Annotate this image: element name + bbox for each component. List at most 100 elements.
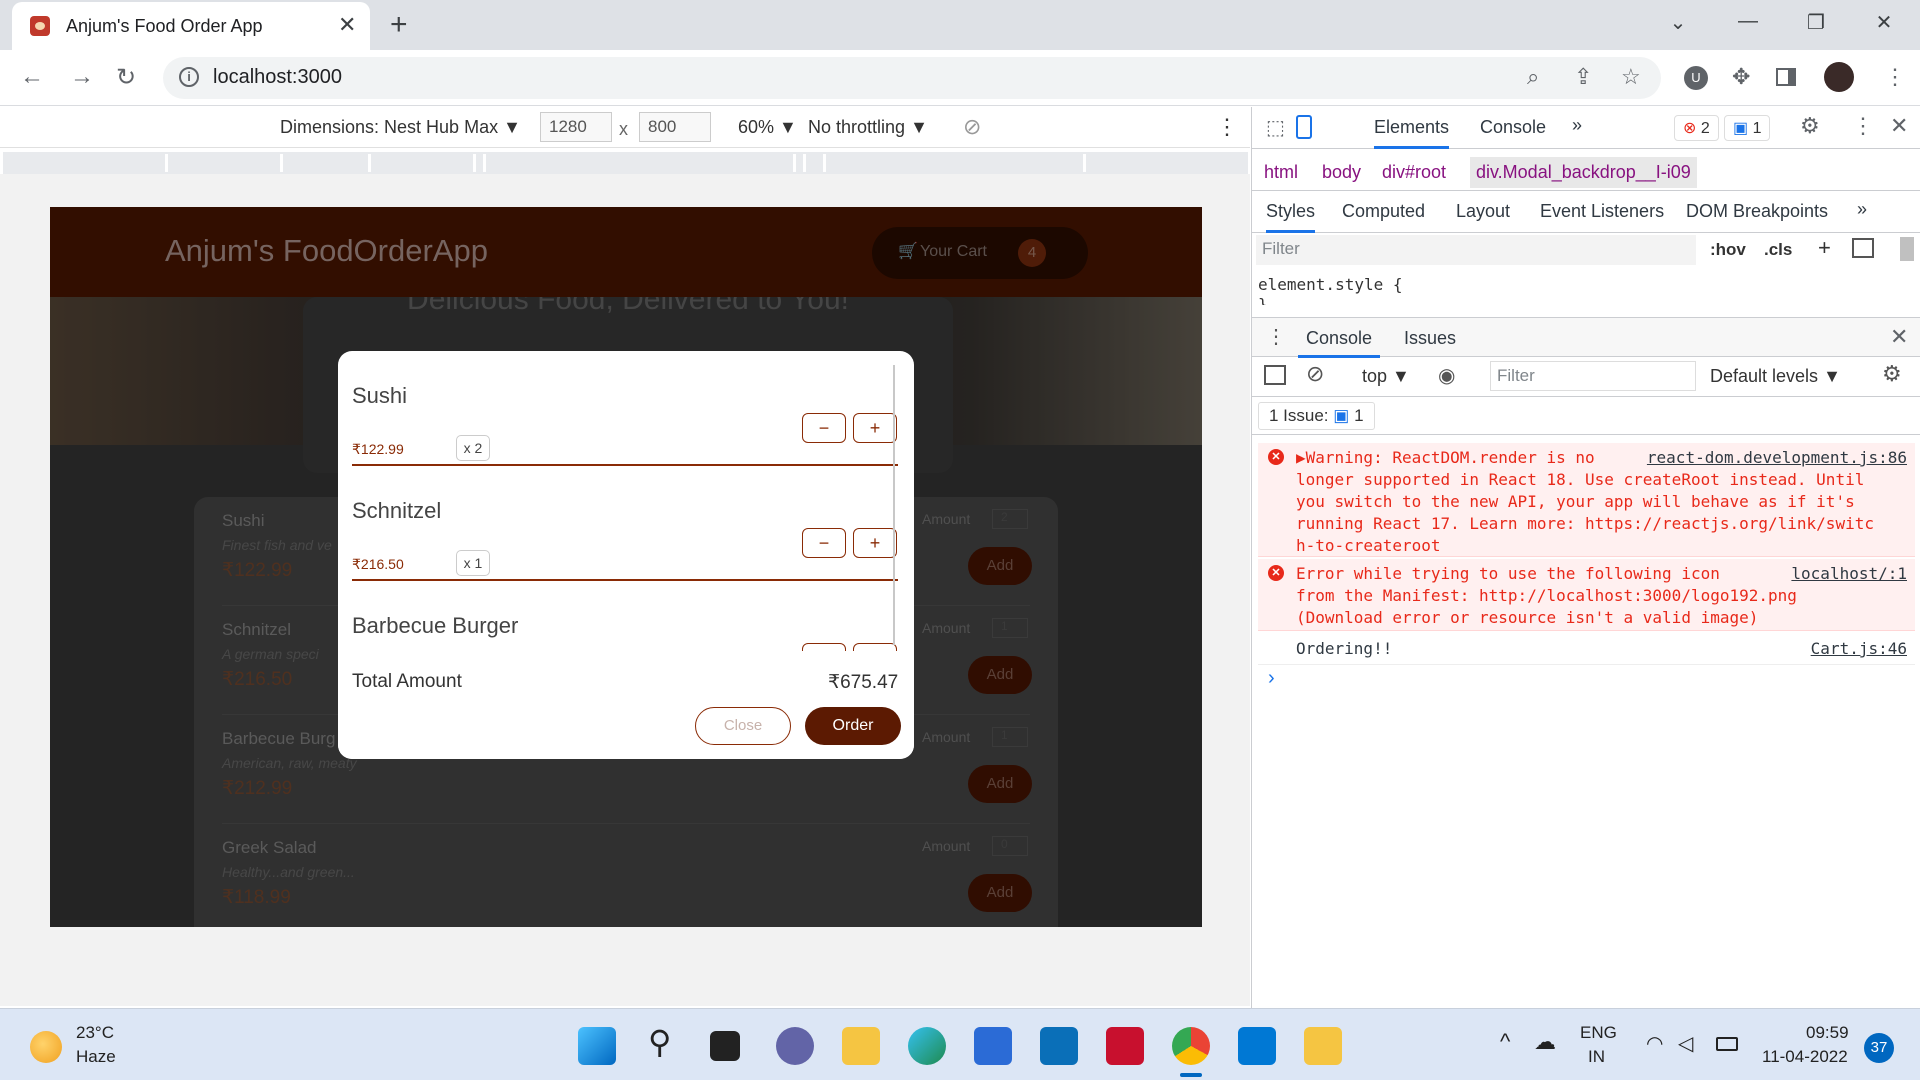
issues-button[interactable]: 1 Issue: ▣ 1: [1258, 402, 1375, 430]
bookmark-star-icon[interactable]: ☆: [1621, 64, 1641, 90]
console-message-error[interactable]: ✕ Error while trying to use the followin…: [1258, 559, 1915, 631]
devtools-menu-icon[interactable]: ⋮: [1852, 113, 1874, 139]
teams-chat-icon[interactable]: [776, 1027, 814, 1065]
increase-button[interactable]: +: [853, 528, 897, 558]
dimensions-select[interactable]: Dimensions: Nest Hub Max ▼: [280, 117, 521, 138]
console-message-log[interactable]: Ordering!! Cart.js:46: [1258, 633, 1915, 665]
extensions-puzzle-icon[interactable]: ✥: [1732, 64, 1750, 90]
close-window-icon[interactable]: ✕: [1864, 10, 1904, 35]
context-select[interactable]: top ▼: [1362, 366, 1410, 387]
restore-icon[interactable]: ❐: [1796, 10, 1836, 35]
browser-tab[interactable]: Anjum's Food Order App ✕: [12, 2, 370, 50]
tab-computed[interactable]: Computed: [1342, 201, 1425, 222]
toggle-sidebar-icon[interactable]: [1852, 238, 1874, 258]
rotate-icon[interactable]: ⊘: [963, 114, 981, 140]
zoom-icon[interactable]: ⌕: [1527, 64, 1539, 90]
more-style-tabs-icon[interactable]: »: [1857, 199, 1867, 220]
add-rule-icon[interactable]: +: [1818, 235, 1831, 261]
side-panel-icon[interactable]: [1776, 68, 1796, 86]
breadcrumb-body[interactable]: body: [1322, 162, 1361, 183]
drawer-tab-console[interactable]: Console: [1298, 328, 1381, 358]
weather-sun-icon[interactable]: [30, 1031, 62, 1063]
weather-desc[interactable]: Haze: [76, 1047, 116, 1067]
tab-dom-breakpoints[interactable]: DOM Breakpoints: [1686, 201, 1828, 222]
tab-console[interactable]: Console: [1480, 117, 1546, 138]
hov-toggle[interactable]: :hov: [1710, 240, 1746, 260]
weather-temp[interactable]: 23°C: [76, 1023, 114, 1043]
breadcrumb-modal[interactable]: div.Modal_backdrop__I-i09: [1470, 157, 1697, 188]
more-tabs-icon[interactable]: »: [1572, 115, 1582, 136]
tab-layout[interactable]: Layout: [1456, 201, 1510, 222]
photos-folder-icon[interactable]: [1304, 1027, 1342, 1065]
chrome-icon[interactable]: [1172, 1027, 1210, 1065]
styles-filter-input[interactable]: Filter: [1256, 235, 1696, 265]
start-windows-icon[interactable]: [578, 1027, 616, 1065]
console-filter-input[interactable]: Filter: [1490, 361, 1696, 391]
new-tab-button[interactable]: +: [390, 8, 408, 42]
inspect-icon[interactable]: ⬚: [1266, 115, 1285, 140]
console-message-source[interactable]: react-dom.development.js:86: [1640, 447, 1907, 469]
device-menu-icon[interactable]: ⋮: [1216, 114, 1238, 140]
close-drawer-icon[interactable]: ✕: [1890, 324, 1908, 350]
site-info-icon[interactable]: i: [179, 67, 199, 87]
forward-icon[interactable]: →: [70, 63, 94, 91]
close-tab-button[interactable]: ✕: [338, 12, 356, 38]
mcafee-icon[interactable]: [1106, 1027, 1144, 1065]
cart-scrollbar[interactable]: [893, 365, 895, 645]
search-icon[interactable]: ⚲: [648, 1023, 671, 1061]
console-sidebar-icon[interactable]: [1264, 365, 1286, 385]
height-input[interactable]: 800: [639, 112, 711, 142]
breadcrumb-html[interactable]: html: [1264, 162, 1298, 183]
notification-badge[interactable]: 37: [1864, 1033, 1894, 1063]
show-hidden-icons-icon[interactable]: ^: [1500, 1029, 1510, 1055]
cls-toggle[interactable]: .cls: [1764, 240, 1792, 260]
console-message-source[interactable]: localhost/:1: [1785, 563, 1907, 585]
console-message-error[interactable]: ✕ ▶Warning: ReactDOM.render is no longer…: [1258, 443, 1915, 557]
zoom-select[interactable]: 60% ▼: [738, 117, 797, 138]
decrease-button[interactable]: −: [802, 413, 846, 443]
breadcrumb-root[interactable]: div#root: [1382, 162, 1446, 183]
width-input[interactable]: 1280: [540, 112, 612, 142]
back-icon[interactable]: ←: [20, 63, 44, 91]
decrease-button[interactable]: −: [802, 528, 846, 558]
edge-browser-icon[interactable]: [908, 1027, 946, 1065]
menu-kebab-icon[interactable]: ⋮: [1884, 64, 1906, 90]
cart-items-list[interactable]: Sushi ₹122.99 x 2 − + Schnitzel ₹216.50 …: [338, 351, 914, 651]
dell-icon[interactable]: [1040, 1027, 1078, 1065]
live-expression-eye-icon[interactable]: ◉: [1438, 363, 1455, 388]
onedrive-cloud-icon[interactable]: ☁: [1534, 1029, 1556, 1055]
vscode-icon[interactable]: [1238, 1027, 1276, 1065]
increase-button[interactable]: [853, 643, 897, 651]
drawer-tab-issues[interactable]: Issues: [1404, 328, 1456, 349]
close-devtools-icon[interactable]: ✕: [1890, 113, 1908, 139]
share-icon[interactable]: ⇪: [1574, 64, 1592, 90]
tab-elements[interactable]: Elements: [1374, 117, 1450, 149]
message-counter[interactable]: ▣ 1: [1724, 115, 1771, 141]
address-bar[interactable]: i localhost:3000: [163, 57, 1661, 99]
clock-time[interactable]: 09:59: [1806, 1023, 1849, 1043]
console-prompt[interactable]: ›: [1268, 667, 1275, 690]
clock-date[interactable]: 11-04-2022: [1762, 1047, 1848, 1067]
task-view-icon[interactable]: [710, 1031, 740, 1061]
battery-icon[interactable]: [1716, 1037, 1738, 1051]
language-top[interactable]: ENG: [1580, 1023, 1617, 1043]
tab-styles[interactable]: Styles: [1266, 201, 1316, 233]
minimize-icon[interactable]: —: [1728, 10, 1768, 33]
device-toggle-icon[interactable]: [1296, 115, 1312, 139]
volume-icon[interactable]: ◁: [1678, 1031, 1693, 1056]
profile-avatar[interactable]: [1824, 62, 1854, 92]
order-button[interactable]: Order: [805, 707, 901, 745]
drawer-menu-icon[interactable]: ⋮: [1266, 324, 1286, 349]
close-button[interactable]: Close: [695, 707, 791, 745]
clear-console-icon[interactable]: ⊘: [1306, 361, 1324, 387]
increase-button[interactable]: +: [853, 413, 897, 443]
tab-event-listeners[interactable]: Event Listeners: [1540, 201, 1664, 222]
styles-scrollbar[interactable]: [1900, 237, 1914, 261]
reload-icon[interactable]: ↻: [116, 63, 136, 92]
decrease-button[interactable]: [802, 643, 846, 651]
tab-search-icon[interactable]: ⌄: [1658, 10, 1698, 35]
extension-u-icon[interactable]: U: [1684, 66, 1708, 90]
wifi-icon[interactable]: ◠: [1646, 1031, 1663, 1056]
throttling-select[interactable]: No throttling ▼: [808, 117, 928, 138]
console-message-source[interactable]: Cart.js:46: [1811, 638, 1907, 660]
